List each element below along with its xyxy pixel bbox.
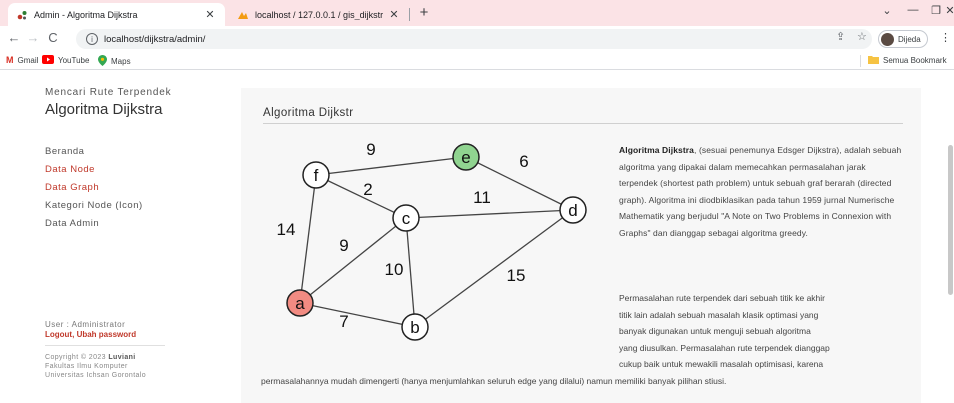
problem-line: yang diusulkan. Permasalahan rute terpen…: [619, 342, 830, 353]
share-icon[interactable]: ⇪: [836, 30, 845, 43]
graph-edge-f-e: [315, 156, 467, 176]
site-subtitle: Mencari Rute Terpendek: [45, 87, 172, 98]
address-bar[interactable]: i localhost/dijkstra/admin/: [76, 29, 872, 49]
tab-divider: [409, 8, 410, 21]
dijkstra-favicon-icon: [16, 9, 28, 21]
bookmark-label: YouTube: [58, 56, 90, 65]
content-panel: Algoritma Dijkstr 9 6 2 11 14 9 10 15 7 a b c d e f Al…: [241, 88, 921, 403]
all-bookmarks-label: Semua Bookmark: [883, 56, 947, 65]
problem-line: Permasalahan rute terpendek dari sebuah …: [619, 293, 826, 303]
tab-search-chevron-icon[interactable]: ⌄: [876, 4, 898, 17]
problem-line: titik lain adalah sebuah masalah klasik …: [619, 309, 819, 320]
graph-edge-weight: 10: [385, 260, 404, 279]
problem-line-last: permasalahannya mudah dimengerti (hanya …: [261, 375, 727, 386]
graph-edge-weight: 9: [339, 236, 348, 255]
close-window-icon[interactable]: ✕: [944, 4, 954, 17]
user-links: Logout, Ubah password: [45, 330, 136, 339]
bookmark-maps[interactable]: Maps: [98, 55, 131, 68]
intro-text: , (sesuai penemunya Edsger Dijkstra), ad…: [619, 145, 902, 238]
copyright-name: Luviani: [108, 354, 136, 361]
bookmarks-bar: M Gmail YouTube Maps Semua Bookmark: [0, 52, 954, 70]
graph-edge-c-d: [405, 209, 574, 219]
bookmark-star-icon[interactable]: ☆: [857, 30, 867, 43]
nav-item-data-graph[interactable]: Data Graph: [45, 179, 143, 197]
graph-edge-weight: 9: [366, 143, 375, 159]
bookmark-gmail[interactable]: M Gmail: [6, 55, 38, 65]
graph-edge-weight: 14: [277, 220, 296, 239]
tab-admin[interactable]: Admin - Algoritma Dijkstra ✕: [8, 3, 225, 26]
phpmyadmin-favicon-icon: [237, 9, 249, 21]
profile-chip[interactable]: Dijeda: [878, 30, 928, 48]
all-bookmarks[interactable]: Semua Bookmark: [868, 55, 947, 66]
user-info: User : Administrator: [45, 320, 126, 329]
problem-line: banyak digunakan untuk menguji sebuah al…: [619, 326, 811, 336]
folder-icon: [868, 55, 879, 66]
forward-arrow-icon[interactable]: →: [25, 30, 41, 45]
reload-icon[interactable]: C: [45, 30, 61, 45]
gmail-icon: M: [6, 55, 14, 65]
nav-item-data-admin[interactable]: Data Admin: [45, 215, 143, 233]
problem-paragraph: Permasalahan rute terpendek dari sebuah …: [261, 290, 911, 389]
copyright: Copyright © 2023 Luviani Fakultas Ilmu K…: [45, 353, 146, 380]
bookmark-youtube[interactable]: YouTube: [42, 55, 89, 66]
nav-item-kategori-node[interactable]: Kategori Node (Icon): [45, 197, 143, 215]
graph-edge-weight: 6: [519, 152, 528, 171]
minimize-icon[interactable]: —: [902, 4, 924, 16]
browser-menu-icon[interactable]: ⋮: [940, 31, 951, 44]
browser-toolbar: ← → C i localhost/dijkstra/admin/ ⇪ ☆ Di…: [0, 26, 954, 52]
intro-bold: Algoritma Dijkstra: [619, 145, 695, 155]
copyright-faculty: Fakultas Ilmu Komputer: [45, 363, 128, 370]
graph-node-label: f: [314, 166, 319, 185]
bookmark-label: Maps: [111, 57, 131, 66]
tab-title: Admin - Algoritma Dijkstra: [34, 9, 138, 20]
logout-link[interactable]: Logout: [45, 330, 72, 339]
tab-strip: Admin - Algoritma Dijkstra ✕ localhost /…: [0, 0, 954, 26]
graph-edge-f-a: [299, 174, 317, 304]
profile-name: Dijeda: [898, 34, 921, 44]
bookmarks-divider: [860, 55, 861, 67]
change-password-link[interactable]: Ubah password: [77, 330, 137, 339]
site-info-icon[interactable]: i: [86, 33, 98, 45]
content-heading: Algoritma Dijkstr: [263, 107, 354, 119]
new-tab-icon[interactable]: +: [415, 4, 433, 21]
page: Mencari Rute Terpendek Algoritma Dijkstr…: [0, 70, 954, 403]
copyright-prefix: Copyright © 2023: [45, 354, 106, 361]
maps-pin-icon: [98, 55, 107, 68]
avatar: [881, 32, 894, 46]
bookmark-label: Gmail: [17, 55, 39, 65]
graph-edge-f-c: [315, 174, 407, 219]
close-tab-icon[interactable]: ✕: [387, 8, 401, 21]
graph-node-label: d: [568, 201, 577, 220]
sidebar-divider: [45, 345, 165, 346]
copyright-university: Universitas Ichsan Gorontalo: [45, 372, 147, 379]
sidebar-nav: Beranda Data Node Data Graph Kategori No…: [45, 143, 143, 233]
close-tab-icon[interactable]: ✕: [203, 8, 217, 21]
tab-title: localhost / 127.0.0.1 / gis_dijkstr: [255, 9, 384, 20]
site-title: Algoritma Dijkstra: [45, 101, 163, 118]
nav-item-beranda[interactable]: Beranda: [45, 143, 143, 161]
nav-item-data-node[interactable]: Data Node: [45, 161, 143, 179]
graph-edge-weight: 15: [507, 266, 526, 285]
page-scrollbar[interactable]: [948, 145, 953, 295]
heading-divider: [263, 123, 903, 124]
graph-node-label: c: [402, 209, 411, 228]
problem-line: cukup baik untuk mewakili masalah optimi…: [619, 359, 824, 369]
graph-edge-weight: 11: [473, 188, 491, 207]
youtube-icon: [42, 55, 54, 66]
intro-paragraph: Algoritma Dijkstra, (sesuai penemunya Ed…: [619, 142, 904, 241]
tab-phpmyadmin[interactable]: localhost / 127.0.0.1 / gis_dijkstr ✕: [229, 3, 409, 26]
url-text: localhost/dijkstra/admin/: [104, 33, 206, 45]
graph-edge-weight: 2: [363, 180, 372, 199]
graph-node-label: e: [461, 148, 470, 167]
back-arrow-icon[interactable]: ←: [6, 30, 22, 45]
